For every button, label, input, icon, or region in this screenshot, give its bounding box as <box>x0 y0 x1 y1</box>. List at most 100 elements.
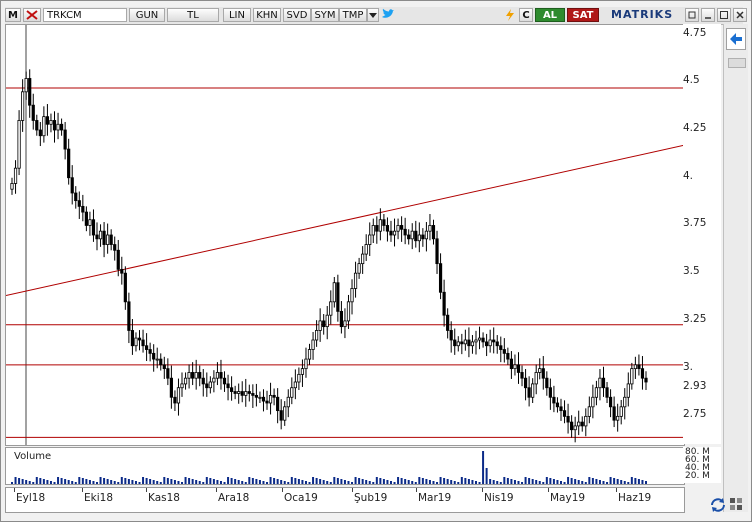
date-tick-label: Ara18 <box>218 492 250 504</box>
candle-body <box>438 263 443 293</box>
volume-plot[interactable] <box>6 448 684 484</box>
symbol-field[interactable]: TRKCM <box>43 8 127 22</box>
candle-body <box>251 393 255 396</box>
chevron-down-icon[interactable] <box>367 8 379 22</box>
candle-body <box>382 219 386 226</box>
window-close-icon[interactable] <box>733 8 747 22</box>
currency-button[interactable]: TL <box>167 8 219 22</box>
candle-body <box>421 234 425 240</box>
lightning-icon[interactable] <box>503 8 517 22</box>
refresh-chart-button[interactable]: C <box>519 8 533 22</box>
volume-bar <box>244 482 247 484</box>
volume-bar <box>613 478 616 484</box>
volume-bar <box>552 479 555 484</box>
volume-bar <box>163 477 166 484</box>
candle-body <box>166 368 170 379</box>
candle-body <box>626 383 630 398</box>
candle-body <box>187 372 191 379</box>
candle-body <box>477 337 482 341</box>
scroll-handle[interactable] <box>728 58 746 68</box>
brand-logo: MATRIKS <box>611 8 674 21</box>
date-tick-mark <box>146 488 147 492</box>
price-tick-label: 3.25 <box>683 312 707 325</box>
candle-body <box>492 339 496 343</box>
candle-body <box>191 372 195 379</box>
volume-axis: 80. M 60. M 40. M 20. M <box>683 447 721 483</box>
volume-bar <box>78 477 81 484</box>
buy-button[interactable]: AL <box>535 8 565 22</box>
back-arrow-icon[interactable] <box>726 28 746 50</box>
candle-body <box>109 234 113 245</box>
candle-body <box>315 330 319 341</box>
price-chart[interactable] <box>5 24 685 446</box>
volume-bar <box>81 478 84 484</box>
candle-body <box>59 123 64 131</box>
volume-chart[interactable]: Volume <box>5 447 685 485</box>
settings-icon[interactable] <box>728 496 744 512</box>
minimize-icon[interactable] <box>701 8 715 22</box>
candle-body <box>566 415 570 423</box>
candle-body <box>495 341 499 347</box>
price-tick-label: 4.5 <box>683 74 700 87</box>
candle-body <box>45 116 50 125</box>
price-plot[interactable] <box>5 25 685 445</box>
maximize-icon[interactable] <box>717 8 731 22</box>
price-tick-label: 4. <box>683 169 694 182</box>
volume-bar <box>570 478 573 484</box>
volume-bar <box>319 479 322 484</box>
candle-body <box>130 330 135 347</box>
candle-body <box>332 282 336 303</box>
volume-bar <box>92 481 95 484</box>
volume-bar <box>436 482 439 484</box>
volume-bar <box>386 480 389 484</box>
lin-button[interactable]: LIN <box>223 8 251 22</box>
candle-body <box>113 244 117 251</box>
price-tick-label: 4.75 <box>683 26 707 39</box>
volume-bar <box>227 477 230 484</box>
volume-bar <box>269 477 272 484</box>
date-tick-label: Nis19 <box>484 492 514 504</box>
candle-body <box>180 383 184 389</box>
restore-icon[interactable] <box>685 8 699 22</box>
close-icon[interactable] <box>23 8 41 22</box>
candle-body <box>276 396 280 412</box>
candle-body <box>368 234 372 245</box>
refresh-icon[interactable] <box>708 496 728 514</box>
date-tick-label: Eyl18 <box>16 492 46 504</box>
candle-body <box>42 116 46 137</box>
twitter-icon[interactable] <box>381 8 395 22</box>
candle-body <box>527 387 531 398</box>
volume-bar <box>209 478 212 484</box>
volume-bar <box>11 482 13 484</box>
candle-body <box>516 364 521 373</box>
period-button[interactable]: GUN <box>129 8 165 22</box>
candle-body <box>67 148 71 179</box>
volume-bar <box>588 477 591 484</box>
volume-bar <box>443 478 446 484</box>
candle-body <box>286 396 290 408</box>
volume-bar <box>482 451 485 484</box>
volume-bar <box>273 478 276 484</box>
volume-bar <box>375 477 378 484</box>
candle-body <box>541 368 545 379</box>
candle-body <box>31 104 35 121</box>
volume-bar <box>634 478 637 484</box>
menu-m-button[interactable]: M <box>5 8 21 22</box>
volume-bar <box>120 477 123 484</box>
candle-body <box>545 377 549 389</box>
candle-body <box>268 394 273 404</box>
volume-bar <box>138 482 141 484</box>
tmp-button[interactable]: TMP <box>339 8 367 22</box>
volume-bar <box>14 477 17 484</box>
volume-bar <box>177 481 180 484</box>
date-tick-mark <box>216 488 217 492</box>
sell-button[interactable]: SAT <box>567 8 599 22</box>
khn-button[interactable]: KHN <box>253 8 281 22</box>
candle-body <box>481 337 485 343</box>
svd-button[interactable]: SVD <box>283 8 311 22</box>
candle-body <box>63 129 67 150</box>
date-tick-mark <box>282 488 283 492</box>
candle-body <box>123 272 127 303</box>
volume-bar <box>110 480 113 484</box>
sym-button[interactable]: SYM <box>311 8 339 22</box>
